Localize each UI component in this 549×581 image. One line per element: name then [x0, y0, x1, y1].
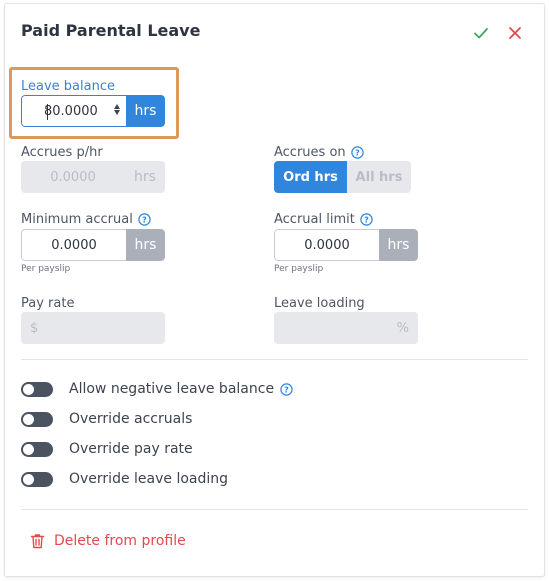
minimum-accrual-label: Minimum accrual: [21, 212, 133, 227]
minimum-accrual-label-group: Minimum accrual ?: [21, 212, 151, 227]
accrues-per-hr-field: 0.0000 hrs: [21, 161, 165, 193]
minimum-accrual-input[interactable]: 0.0000: [21, 229, 126, 261]
accrual-limit-unit: hrs: [379, 229, 418, 261]
help-icon[interactable]: ?: [360, 213, 373, 226]
accrues-on-ord-hrs[interactable]: Ord hrs: [274, 161, 347, 193]
trash-icon: [30, 534, 45, 549]
pay-rate-input: $: [21, 312, 165, 344]
accrues-per-hr-label: Accrues p/hr: [21, 145, 103, 160]
accrual-limit-label: Accrual limit: [274, 212, 355, 227]
accrues-on-label-group: Accrues on ?: [274, 145, 364, 160]
stepper-up-icon[interactable]: [114, 104, 120, 109]
close-icon: [509, 27, 521, 39]
delete-from-profile-button[interactable]: Delete from profile: [30, 533, 186, 549]
accrues-per-hr-unit: hrs: [134, 169, 156, 185]
delete-label: Delete from profile: [54, 533, 186, 549]
leave-balance-input[interactable]: 80.0000: [21, 95, 126, 127]
minimum-accrual-field: 0.0000 hrs: [21, 229, 165, 261]
toggle-label: Override leave loading: [69, 471, 229, 487]
help-icon[interactable]: ?: [138, 213, 151, 226]
accrual-limit-input[interactable]: 0.0000: [274, 229, 379, 261]
svg-text:?: ?: [142, 215, 147, 224]
leave-balance-value: 80.0000: [44, 103, 98, 119]
minimum-accrual-unit: hrs: [126, 229, 165, 261]
help-icon[interactable]: ?: [280, 382, 293, 396]
toggle-override-leave-loading: Override leave loading: [21, 469, 228, 489]
page-title: Paid Parental Leave: [21, 21, 201, 40]
leave-loading-label: Leave loading: [274, 296, 365, 311]
accrual-limit-note: Per payslip: [274, 264, 324, 274]
accrues-per-hr-input: 0.0000: [50, 169, 96, 185]
minimum-accrual-note: Per payslip: [21, 264, 71, 274]
accrues-on-all-hrs[interactable]: All hrs: [347, 161, 411, 193]
leave-balance-label: Leave balance: [21, 79, 115, 94]
svg-text:?: ?: [355, 148, 360, 157]
pay-rate-label: Pay rate: [21, 296, 75, 311]
leave-balance-field: 80.0000 hrs: [21, 95, 165, 127]
leave-balance-unit: hrs: [126, 95, 165, 127]
svg-text:?: ?: [364, 215, 369, 224]
close-button[interactable]: [506, 24, 524, 42]
currency-prefix: $: [30, 320, 39, 336]
accrues-on-toggle: Ord hrs All hrs: [274, 161, 411, 193]
help-icon[interactable]: ?: [350, 146, 364, 159]
divider: [21, 509, 528, 510]
text-caret: [47, 104, 48, 120]
leave-loading-input: %: [274, 312, 418, 344]
toggle-label: Override accruals: [69, 411, 193, 427]
check-icon: [474, 28, 488, 39]
toggle-override-accruals: Override accruals: [21, 409, 192, 429]
accrual-limit-field: 0.0000 hrs: [274, 229, 418, 261]
accrual-limit-label-group: Accrual limit ?: [274, 212, 373, 227]
number-stepper[interactable]: [114, 104, 120, 115]
toggle-switch[interactable]: [21, 441, 53, 457]
toggle-label: Allow negative leave balance: [69, 381, 275, 397]
toggle-label: Override pay rate: [69, 441, 193, 457]
stepper-down-icon[interactable]: [114, 110, 120, 115]
toggle-override-pay-rate: Override pay rate: [21, 439, 193, 459]
svg-text:?: ?: [284, 385, 289, 394]
accrues-on-label: Accrues on: [274, 145, 346, 160]
toggle-label-group: Allow negative leave balance ?: [69, 381, 293, 397]
toggle-switch[interactable]: [21, 411, 53, 427]
toggle-allow-negative-balance: Allow negative leave balance ?: [21, 379, 293, 399]
toggle-switch[interactable]: [21, 471, 53, 487]
toggle-switch[interactable]: [21, 381, 53, 397]
confirm-button[interactable]: [472, 24, 490, 42]
percent-suffix: %: [396, 320, 409, 336]
divider: [21, 359, 528, 360]
